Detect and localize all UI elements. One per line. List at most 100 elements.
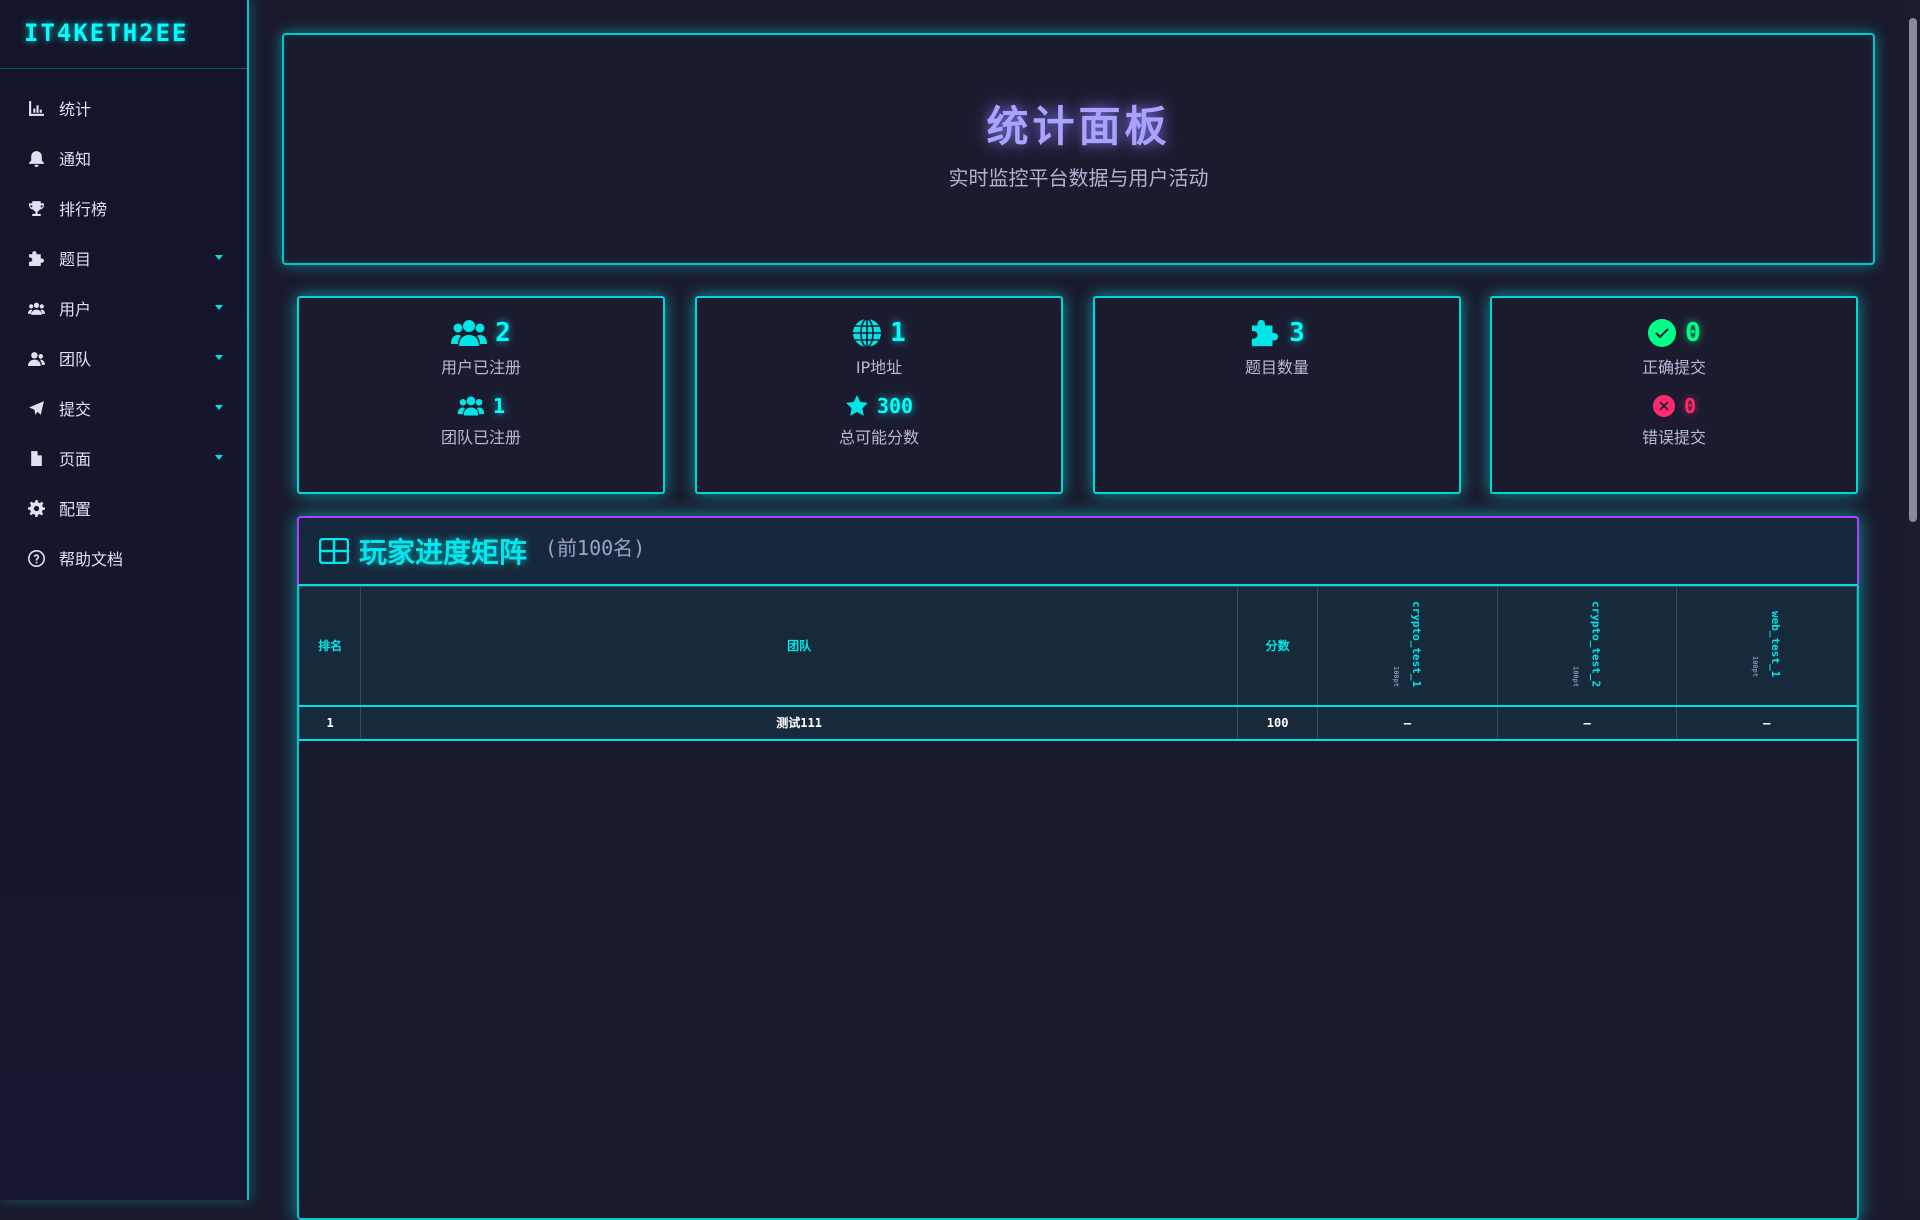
cell-solve-status: — <box>1496 705 1678 740</box>
stat-card-ip: 1 IP地址 300 总可能分数 <box>695 296 1063 494</box>
globe-icon <box>853 318 882 348</box>
col-challenge[interactable]: 100pt crypto_test_2 <box>1496 586 1678 706</box>
help-circle-icon <box>27 549 45 567</box>
challenge-name: web_test_1 <box>1769 611 1783 678</box>
sidebar-item-label: 用户 <box>59 300 92 319</box>
users-icon <box>451 320 488 346</box>
points-label: 总可能分数 <box>838 428 919 447</box>
matrix-title: 玩家进度矩阵 <box>359 536 528 569</box>
star-icon <box>846 395 868 416</box>
chevron-down-icon[interactable] <box>215 355 223 360</box>
correct-label: 正确提交 <box>1641 358 1706 377</box>
col-challenge[interactable]: 100pt web_test_1 <box>1676 586 1857 706</box>
wrong-count: 0 <box>1683 394 1697 418</box>
correct-stat: 0 <box>1492 316 1856 350</box>
stat-card-submissions: 0 正确提交 0 错误提交 <box>1490 296 1858 494</box>
challenge-points: 100pt <box>1751 656 1760 678</box>
gear-icon <box>27 499 45 517</box>
col-rank[interactable]: 排名 <box>298 586 362 706</box>
users-label: 用户已注册 <box>440 358 521 377</box>
chevron-down-icon[interactable] <box>215 455 223 460</box>
sidebar-item-challenges[interactable]: 题目 <box>0 233 247 283</box>
teams-count: 1 <box>492 394 506 418</box>
cell-score: 100 <box>1236 705 1319 740</box>
users-count: 2 <box>495 318 511 348</box>
sidebar-item-label: 配置 <box>59 500 92 519</box>
paper-plane-icon <box>27 399 45 417</box>
sidebar-item-pages[interactable]: 页面 <box>0 433 247 483</box>
teams-label: 团队已注册 <box>440 428 521 447</box>
trophy-icon <box>27 199 45 217</box>
challenges-count: 3 <box>1289 318 1305 348</box>
sidebar-item-config[interactable]: 配置 <box>0 483 247 533</box>
sidebar-item-label: 排行榜 <box>59 200 108 219</box>
page-subtitle: 实时监控平台数据与用户活动 <box>948 166 1209 190</box>
sidebar-item-label: 题目 <box>59 250 92 269</box>
sidebar-item-label: 提交 <box>59 400 92 419</box>
stat-card-users: 2 用户已注册 1 团队已注册 <box>297 296 665 494</box>
table-row: 1 测试111 100 — — — <box>298 705 1857 740</box>
sidebar-item-label: 统计 <box>59 100 92 119</box>
sidebar-item-teams[interactable]: 团队 <box>0 333 247 383</box>
check-circle-icon <box>1648 319 1677 347</box>
cell-solve-status: — <box>1317 705 1498 740</box>
challenge-points: 100pt <box>1392 666 1401 688</box>
matrix-note: (前100名) <box>545 535 646 560</box>
correct-count: 0 <box>1685 318 1701 348</box>
challenges-label: 题目数量 <box>1244 358 1309 377</box>
sidebar-item-label: 团队 <box>59 350 92 369</box>
scrollbar[interactable] <box>1906 0 1920 1200</box>
sidebar-item-stats[interactable]: 统计 <box>0 83 247 133</box>
col-team[interactable]: 团队 <box>360 586 1238 706</box>
file-icon <box>27 449 45 467</box>
users-icon <box>27 299 45 317</box>
challenge-name: crypto_test_1 <box>1410 601 1424 688</box>
wrong-label: 错误提交 <box>1641 428 1706 447</box>
sidebar-item-submissions[interactable]: 提交 <box>0 383 247 433</box>
puzzle-icon <box>1252 319 1279 347</box>
users-stat: 2 <box>299 316 663 350</box>
stat-card-challenges: 3 题目数量 <box>1093 296 1461 494</box>
puzzle-icon <box>27 249 45 267</box>
progress-matrix: 玩家进度矩阵 (前100名) 排名 团队 分数 100pt crypto_test… <box>297 516 1859 1220</box>
matrix-header: 玩家进度矩阵 (前100名) <box>297 516 1859 586</box>
challenge-name: crypto_test_2 <box>1589 601 1603 688</box>
matrix-header-row: 排名 团队 分数 100pt crypto_test_1 100pt crypto_… <box>298 586 1857 706</box>
scrollbar-thumb[interactable] <box>1909 18 1917 522</box>
table-icon <box>319 538 349 564</box>
cell-solve-status: — <box>1676 705 1857 740</box>
page-title: 统计面板 <box>986 102 1171 151</box>
chevron-down-icon[interactable] <box>215 305 223 310</box>
sidebar-item-notifications[interactable]: 通知 <box>0 133 247 183</box>
sidebar-item-label: 通知 <box>59 150 92 169</box>
points-count: 300 <box>876 394 914 418</box>
cell-rank: 1 <box>298 705 362 740</box>
team-icon <box>27 349 45 367</box>
bell-icon <box>27 149 45 167</box>
sidebar-item-users[interactable]: 用户 <box>0 283 247 333</box>
ip-label: IP地址 <box>855 358 903 377</box>
brand-logo[interactable]: IT4KETH2EE <box>0 0 247 69</box>
ip-stat: 1 <box>697 316 1061 350</box>
users-icon <box>457 396 485 416</box>
main-content: 统计面板 实时监控平台数据与用户活动 2 用户已注册 1 团队已注册 1 IP地… <box>249 0 1920 1220</box>
sidebar: IT4KETH2EE 统计 通知 排行榜 题目 用户 团队 提交 页面 配置 帮… <box>0 0 249 1200</box>
sidebar-item-help[interactable]: 帮助文档 <box>0 533 247 583</box>
x-circle-icon <box>1652 395 1675 417</box>
ip-count: 1 <box>890 318 906 348</box>
teams-stat: 1 <box>299 392 663 420</box>
sidebar-item-label: 页面 <box>59 450 92 469</box>
chart-icon <box>27 99 45 117</box>
matrix-table: 排名 团队 分数 100pt crypto_test_1 100pt crypto_… <box>298 586 1857 741</box>
col-challenge[interactable]: 100pt crypto_test_1 <box>1317 586 1498 706</box>
challenges-stat: 3 <box>1095 316 1459 350</box>
challenge-points: 100pt <box>1571 666 1580 688</box>
points-stat: 300 <box>697 392 1061 420</box>
chevron-down-icon[interactable] <box>215 405 223 410</box>
col-score[interactable]: 分数 <box>1236 586 1319 706</box>
wrong-stat: 0 <box>1492 392 1856 420</box>
sidebar-item-scoreboard[interactable]: 排行榜 <box>0 183 247 233</box>
chevron-down-icon[interactable] <box>215 255 223 260</box>
sidebar-nav: 统计 通知 排行榜 题目 用户 团队 提交 页面 配置 帮助文档 <box>0 69 247 583</box>
cell-team-link[interactable]: 测试111 <box>360 705 1238 740</box>
